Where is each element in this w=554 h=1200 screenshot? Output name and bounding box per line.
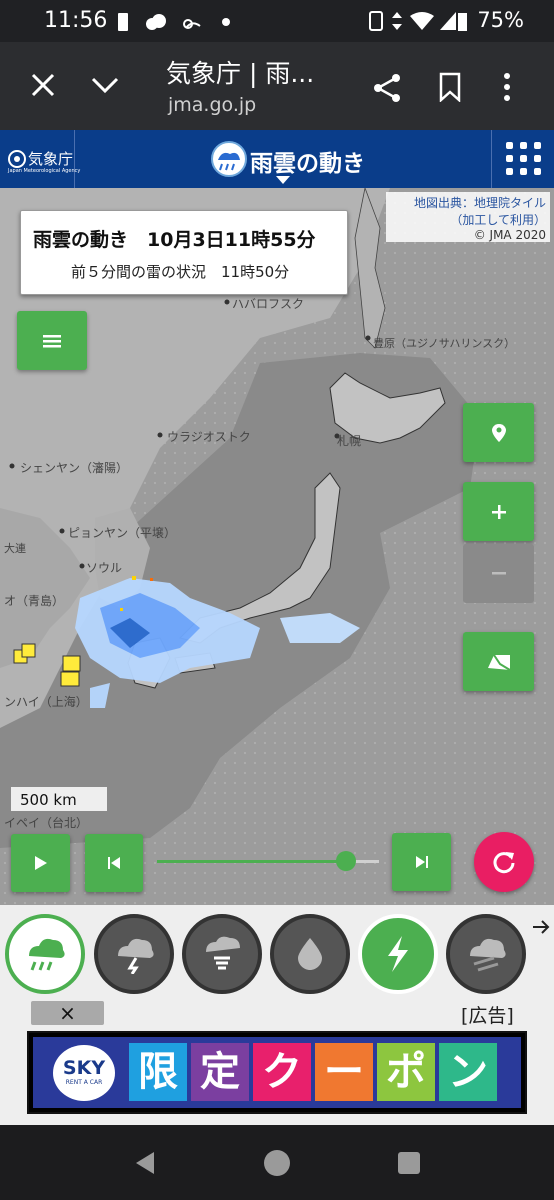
ad-brand-sub: RENT A CAR <box>65 1079 103 1086</box>
map-layer-button[interactable] <box>463 632 534 691</box>
grid-menu-button[interactable] <box>491 130 554 188</box>
ad-label: [広告] <box>461 1005 514 1027</box>
tornado-icon <box>206 936 240 970</box>
jma-logo-subtext: Japan Meteorological Agency <box>8 168 81 174</box>
page-title: 気象庁 | 雨... <box>166 59 315 88</box>
attribution-line1[interactable]: 地図出典：地理院タイル <box>386 194 546 211</box>
place-dalian: 大連 <box>4 542 26 555</box>
plus-icon <box>491 504 506 519</box>
ad-char-tile: ン <box>439 1043 497 1101</box>
skip-next-button[interactable] <box>392 833 451 891</box>
map-scale-label: 500 km <box>20 791 77 809</box>
rain-cloud-globe-icon <box>211 141 247 177</box>
back-icon[interactable] <box>132 1150 156 1176</box>
home-icon[interactable] <box>263 1149 291 1177</box>
ad-char-tile: ク <box>253 1043 311 1101</box>
snow-cloud-icon <box>470 938 506 972</box>
place-seoul: ソウル <box>86 561 123 575</box>
location-pin-icon <box>491 423 506 442</box>
ad-text-tiles: 限定クーポン <box>129 1043 497 1103</box>
place-taipei: イペイ（台北） <box>4 816 89 830</box>
tornado-layer-button[interactable] <box>182 914 262 994</box>
hamburger-icon <box>43 334 61 347</box>
share-icon[interactable] <box>372 72 404 104</box>
water-drop-icon <box>298 938 322 970</box>
map-scale: 500 km <box>11 787 107 811</box>
play-button[interactable] <box>11 834 70 892</box>
rain-cloud-map[interactable]: ハバロフスク 豊原（ユジノサハリンスク） ウラジオストク シェンヤン（瀋陽） ピ… <box>0 188 554 905</box>
ad-banner[interactable]: SKY RENT A CAR 限定クーポン <box>27 1031 527 1114</box>
ad-char-tile: 限 <box>129 1043 187 1101</box>
minus-icon <box>491 571 506 574</box>
map-menu-button[interactable] <box>17 311 87 370</box>
jma-header: 気象庁 Japan Meteorological Agency 雨雲の動き <box>0 130 554 188</box>
grid-menu-icon <box>506 142 541 175</box>
timeline-handle[interactable] <box>335 851 356 871</box>
current-location-button[interactable] <box>463 403 534 462</box>
place-shenyang: シェンヤン（瀋陽） <box>20 461 129 475</box>
ad-logo: SKY RENT A CAR <box>53 1045 115 1101</box>
map-layer-icon <box>487 653 511 671</box>
skip-previous-button[interactable] <box>85 834 143 892</box>
page-url[interactable]: jma.go.jp <box>168 94 256 116</box>
bookmark-icon[interactable] <box>438 72 462 102</box>
timeline-slider[interactable] <box>157 851 379 871</box>
recents-icon[interactable] <box>398 1152 420 1174</box>
bottom-toolbar: × [広告] SKY RENT A CAR 限定クーポン <box>0 905 554 1125</box>
status-time: 11:56 <box>44 8 108 33</box>
attribution-line3: © JMA 2020 <box>473 228 546 242</box>
thunder-layer-button[interactable] <box>94 914 174 994</box>
place-qingdao: オ（青島） <box>4 594 65 608</box>
lightning-layer-button[interactable] <box>358 914 438 994</box>
skip-next-icon <box>415 856 428 868</box>
close-icon[interactable] <box>30 72 56 98</box>
rain-cloud-icon <box>29 938 65 971</box>
more-vert-icon[interactable] <box>502 72 512 102</box>
precipitation-layer-button[interactable] <box>270 914 350 994</box>
map-info-card: 雨雲の動き 10月3日11時55分 前５分間の雷の状況 11時50分 <box>20 210 348 295</box>
jma-logo[interactable]: 気象庁 Japan Meteorological Agency <box>0 130 80 188</box>
status-notification-icons <box>118 13 230 31</box>
map-attribution: 地図出典：地理院タイル （加工して利用） © JMA 2020 <box>386 192 550 242</box>
ad-brand: SKY <box>62 1057 106 1079</box>
zoom-out-button[interactable] <box>463 544 534 603</box>
ad-char-tile: ポ <box>377 1043 435 1101</box>
status-battery: 75% <box>477 8 524 32</box>
zoom-in-button[interactable] <box>463 482 534 541</box>
refresh-icon <box>493 852 515 874</box>
refresh-button[interactable] <box>474 832 534 892</box>
place-yuzhno: 豊原（ユジノサハリンスク） <box>373 337 516 350</box>
chevron-down-icon[interactable] <box>90 76 120 94</box>
browser-bar: 気象庁 | 雨... jma.go.jp <box>0 42 554 130</box>
timeline-progress <box>157 860 346 863</box>
snow-layer-button[interactable] <box>446 914 526 994</box>
status-signal-icons <box>369 11 467 31</box>
place-pyongyang: ピョンヤン（平壌） <box>68 526 177 540</box>
system-nav-bar <box>0 1125 554 1200</box>
attribution-line2: （加工して利用） <box>450 213 546 227</box>
map-info-subtitle: 前５分間の雷の状況 11時50分 <box>71 263 290 281</box>
ad-close-button[interactable]: × <box>31 1001 104 1025</box>
play-icon <box>34 856 47 870</box>
jma-logo-icon <box>8 150 26 168</box>
place-sapporo: 札幌 <box>337 434 362 448</box>
place-shanghai: ンハイ（上海） <box>4 695 88 709</box>
ad-char-tile: 定 <box>191 1043 249 1101</box>
jma-logo-text: 気象庁 <box>28 150 74 168</box>
lightning-icon <box>388 936 408 972</box>
map-info-title: 雨雲の動き 10月3日11時55分 <box>33 229 316 251</box>
place-vladivostok: ウラジオストク <box>167 430 251 444</box>
header-title[interactable]: 雨雲の動き <box>250 144 365 178</box>
ad-char-tile: ー <box>315 1043 373 1101</box>
status-bar: 11:56 75% <box>0 0 554 42</box>
thunder-cloud-icon <box>118 938 154 974</box>
rain-cloud-layer-button[interactable] <box>5 914 85 994</box>
arrow-right-icon[interactable] <box>533 919 551 935</box>
place-khabarovsk: ハバロフスク <box>232 297 305 311</box>
skip-previous-icon <box>108 857 120 869</box>
header-dropdown-icon[interactable] <box>276 176 290 184</box>
